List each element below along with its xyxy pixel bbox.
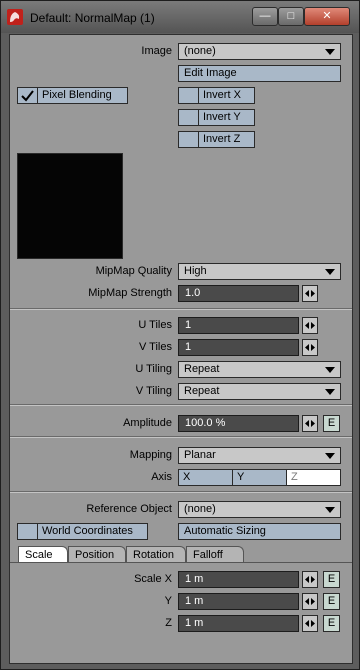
v-tiles-spinner[interactable] (302, 339, 318, 356)
divider (10, 404, 352, 406)
u-tiling-value: Repeat (184, 363, 220, 375)
axis-x-option[interactable]: X (178, 469, 233, 486)
mipmap-quality-value: High (184, 265, 207, 277)
invert-y-label[interactable]: Invert Y (199, 109, 255, 126)
axis-y-option[interactable]: Y (232, 469, 287, 486)
left-right-arrows-icon (305, 620, 315, 627)
v-tiles-label: V Tiles (138, 341, 172, 353)
u-tiles-field[interactable]: 1 (178, 317, 299, 334)
chevron-down-icon (325, 367, 335, 373)
tab-strip-line (10, 562, 352, 563)
amplitude-spinner[interactable] (302, 415, 318, 432)
left-right-arrows-icon (305, 420, 315, 427)
invert-z-label[interactable]: Invert Z (199, 131, 255, 148)
close-button[interactable]: ✕ (304, 7, 350, 26)
scale-y-label: Y (164, 595, 172, 607)
mipmap-strength-spinner[interactable] (302, 285, 318, 302)
title-bar[interactable]: Default: NormalMap (1) — □ ✕ (1, 1, 359, 33)
image-label: Image (141, 45, 172, 57)
world-coordinates-checkbox[interactable] (17, 523, 38, 540)
left-right-arrows-icon (305, 598, 315, 605)
automatic-sizing-button[interactable]: Automatic Sizing (178, 523, 341, 540)
mapping-dropdown[interactable]: Planar (178, 447, 341, 464)
scale-y-spinner[interactable] (302, 593, 318, 610)
scale-x-spinner[interactable] (302, 571, 318, 588)
u-tiles-label: U Tiles (138, 319, 172, 331)
amplitude-field[interactable]: 100.0 % (178, 415, 299, 432)
mapping-label: Mapping (129, 449, 172, 461)
pixel-blending-label[interactable]: Pixel Blending (38, 87, 128, 104)
world-coordinates-label[interactable]: World Coordinates (38, 523, 148, 540)
scale-z-spinner[interactable] (302, 615, 318, 632)
axis-label: Axis (151, 471, 172, 483)
chevron-down-icon (325, 389, 335, 395)
tab-rotation[interactable]: Rotation (126, 546, 186, 563)
image-dropdown[interactable]: (none) (178, 43, 341, 60)
checkmark-icon (21, 90, 34, 102)
image-preview (17, 153, 123, 259)
edit-image-button[interactable]: Edit Image (178, 65, 341, 82)
u-tiles-spinner[interactable] (302, 317, 318, 334)
v-tiling-label: V Tiling (135, 385, 172, 397)
image-dropdown-value: (none) (184, 45, 216, 57)
scale-x-envelope-button[interactable]: E (323, 571, 340, 588)
mipmap-quality-dropdown[interactable]: High (178, 263, 341, 280)
scale-y-envelope-button[interactable]: E (323, 593, 340, 610)
chevron-down-icon (325, 269, 335, 275)
scale-y-field[interactable]: 1 m (178, 593, 299, 610)
tab-falloff[interactable]: Falloff (186, 546, 244, 563)
reference-object-dropdown[interactable]: (none) (178, 501, 341, 518)
left-right-arrows-icon (305, 576, 315, 583)
divider (10, 308, 352, 310)
chevron-down-icon (325, 507, 335, 513)
reference-object-label: Reference Object (86, 503, 172, 515)
amplitude-envelope-button[interactable]: E (323, 415, 340, 432)
u-tiling-dropdown[interactable]: Repeat (178, 361, 341, 378)
mipmap-strength-field[interactable]: 1.0 (178, 285, 299, 302)
v-tiling-dropdown[interactable]: Repeat (178, 383, 341, 400)
divider (10, 491, 352, 493)
invert-y-checkbox[interactable] (178, 109, 199, 126)
mipmap-quality-label: MipMap Quality (95, 265, 172, 277)
invert-x-checkbox[interactable] (178, 87, 199, 104)
left-right-arrows-icon (305, 344, 315, 351)
tab-position[interactable]: Position (68, 546, 126, 563)
scale-z-label: Z (165, 617, 172, 629)
u-tiling-label: U Tiling (135, 363, 172, 375)
tab-scale[interactable]: Scale (18, 546, 68, 563)
app-icon (7, 9, 23, 25)
invert-z-checkbox[interactable] (178, 131, 199, 148)
mapping-value: Planar (184, 449, 216, 461)
chevron-down-icon (325, 453, 335, 459)
pixel-blending-checkbox[interactable] (17, 87, 38, 104)
v-tiling-value: Repeat (184, 385, 220, 397)
v-tiles-field[interactable]: 1 (178, 339, 299, 356)
left-right-arrows-icon (305, 322, 315, 329)
reference-object-value: (none) (184, 503, 216, 515)
chevron-down-icon (325, 49, 335, 55)
invert-x-label[interactable]: Invert X (199, 87, 255, 104)
maximize-button[interactable]: □ (278, 7, 304, 26)
axis-z-option[interactable]: Z (286, 469, 341, 486)
panel-footer (10, 643, 352, 663)
left-right-arrows-icon (305, 290, 315, 297)
normalmap-window: Default: NormalMap (1) — □ ✕ Image (none… (0, 0, 360, 670)
scale-z-field[interactable]: 1 m (178, 615, 299, 632)
minimize-button[interactable]: — (252, 7, 278, 26)
scale-x-field[interactable]: 1 m (178, 571, 299, 588)
panel-body: Image (none) Edit Image Pixel Blending I… (9, 34, 353, 664)
scale-z-envelope-button[interactable]: E (323, 615, 340, 632)
window-title: Default: NormalMap (1) (30, 11, 155, 25)
amplitude-label: Amplitude (123, 417, 172, 429)
mipmap-strength-label: MipMap Strength (88, 287, 172, 299)
divider (10, 436, 352, 438)
scale-x-label: Scale X (134, 573, 172, 585)
